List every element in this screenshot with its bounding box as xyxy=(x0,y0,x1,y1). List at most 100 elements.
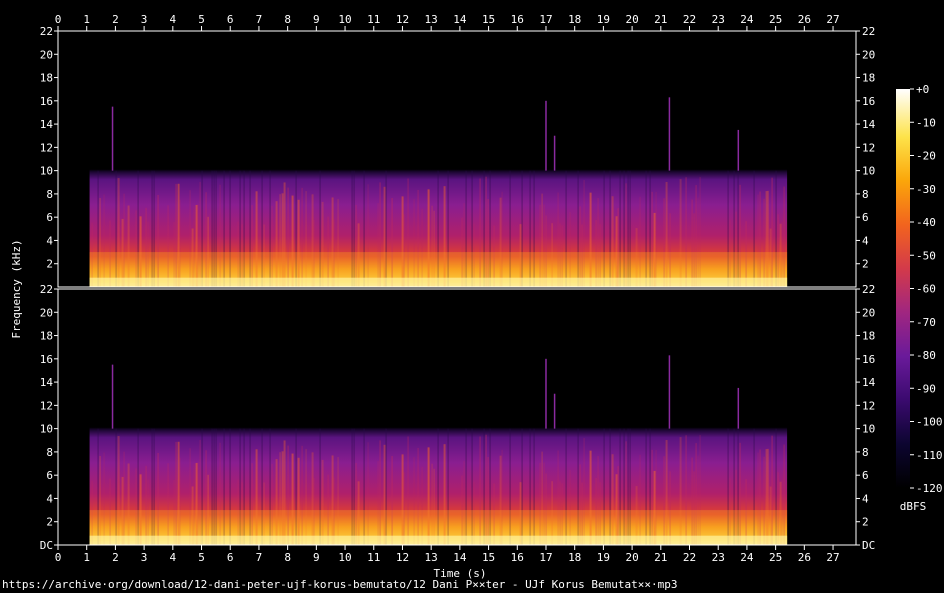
x-tick-label-bottom: 24 xyxy=(740,551,754,564)
y-tick-label-right: 16 xyxy=(862,353,875,366)
y-tick-label-right: 2 xyxy=(862,516,869,529)
colorbar-ticks: +0 -10 -20 -30 -40 -50 -60 -70 -80 -90 -100 -110 -12… xyxy=(910,83,943,495)
spectrogram-figure: 0 1 2 3 4 5 6 7 8 9 10 11 12 13 14 15 16 17 18 19 20 21 22 23 24… xyxy=(10,13,943,580)
y-tick-label-left: 22 xyxy=(40,283,53,296)
y-tick-label-left: 14 xyxy=(40,376,54,389)
y-axis-label: Frequency (kHz) xyxy=(10,239,23,338)
x-tick-label-top: 19 xyxy=(597,13,610,26)
x-tick-label-top: 26 xyxy=(798,13,811,26)
x-tick-label-bottom: 17 xyxy=(539,551,552,564)
colorbar-tick-label: -120 xyxy=(916,482,943,495)
colorbar-gradient xyxy=(896,89,910,488)
channel-1-panel xyxy=(57,30,857,288)
x-tick-label-top: 11 xyxy=(367,13,380,26)
x-tick-label-top: 17 xyxy=(539,13,552,26)
y-tick-label-right: 4 xyxy=(862,234,869,247)
colorbar-tick-label: -60 xyxy=(916,283,936,296)
x-tick-label-bottom: 15 xyxy=(482,551,495,564)
x-tick-label-top: 21 xyxy=(654,13,667,26)
x-tick-label-top: 8 xyxy=(284,13,291,26)
y-tick-label-right: 12 xyxy=(862,141,875,154)
x-tick-label-bottom: 26 xyxy=(798,551,811,564)
y-tick-label-left: 8 xyxy=(46,446,53,459)
y-tick-label-left: 12 xyxy=(40,141,53,154)
y-tick-label-right: 10 xyxy=(862,423,875,436)
x-axis-bottom: 0 1 2 3 4 5 6 7 8 9 10 11 12 13 14 15 16 17 18 19 20 21 22 23 24… xyxy=(55,545,840,564)
x-tick-label-bottom: 13 xyxy=(425,551,438,564)
x-tick-label-bottom: 5 xyxy=(198,551,205,564)
colorbar-tick-label: -90 xyxy=(916,382,936,395)
y-tick-label-left: 8 xyxy=(46,188,53,201)
dc-band xyxy=(89,277,788,287)
y-tick-label-left: 12 xyxy=(40,399,53,412)
colorbar-tick-label: -100 xyxy=(916,416,943,429)
y-tick-label-left: 18 xyxy=(40,330,53,343)
colorbar-tick-label: +0 xyxy=(916,83,929,96)
y-tick-label-left: 10 xyxy=(40,165,53,178)
x-tick-label-bottom: 4 xyxy=(170,551,177,564)
y-tick-label-left: 6 xyxy=(46,211,53,224)
x-tick-label-top: 23 xyxy=(712,13,725,26)
colorbar-tick-label: -80 xyxy=(916,349,936,362)
x-tick-label-bottom: 11 xyxy=(367,551,380,564)
y-tick-label-left: 22 xyxy=(40,25,53,38)
y-tick-label-left: 2 xyxy=(46,516,53,529)
y-tick-label-right: 18 xyxy=(862,330,875,343)
x-tick-label-top: 25 xyxy=(769,13,782,26)
y-tick-label-left: 16 xyxy=(40,95,53,108)
x-tick-label-bottom: 19 xyxy=(597,551,610,564)
x-tick-label-bottom: 12 xyxy=(396,551,409,564)
y-tick-label-right: 22 xyxy=(862,25,875,38)
x-tick-label-top: 18 xyxy=(568,13,581,26)
colorbar-tick-label: -70 xyxy=(916,316,936,329)
x-tick-label-top: 16 xyxy=(511,13,524,26)
x-tick-label-top: 5 xyxy=(198,13,205,26)
colorbar-tick-label: -40 xyxy=(916,216,936,229)
x-tick-label-bottom: 20 xyxy=(625,551,638,564)
x-tick-label-bottom: 22 xyxy=(683,551,696,564)
y-tick-label-right: 8 xyxy=(862,446,869,459)
x-tick-label-bottom: 21 xyxy=(654,551,667,564)
colorbar-label: dBFS xyxy=(900,500,927,513)
x-tick-label-top: 27 xyxy=(826,13,839,26)
y-tick-label-left: 18 xyxy=(40,72,53,85)
x-tick-label-top: 7 xyxy=(256,13,263,26)
y-tick-label-right: 4 xyxy=(862,492,869,505)
channel-2-panel xyxy=(57,288,857,546)
x-tick-label-bottom: 9 xyxy=(313,551,320,564)
x-tick-label-top: 6 xyxy=(227,13,234,26)
x-tick-label-top: 12 xyxy=(396,13,409,26)
x-tick-label-bottom: 1 xyxy=(83,551,90,564)
y-tick-label-left: 14 xyxy=(40,118,54,131)
x-tick-label-top: 24 xyxy=(740,13,754,26)
y-tick-label-right: 6 xyxy=(862,211,869,224)
y-tick-label-left: 4 xyxy=(46,492,53,505)
y-tick-label-right: 20 xyxy=(862,306,875,319)
y-tick-label-right: 12 xyxy=(862,399,875,412)
y-tick-label-left: 6 xyxy=(46,469,53,482)
x-tick-label-top: 9 xyxy=(313,13,320,26)
x-tick-label-bottom: 14 xyxy=(453,551,467,564)
x-tick-label-bottom: 23 xyxy=(712,551,725,564)
x-tick-label-bottom: 3 xyxy=(141,551,148,564)
x-tick-label-bottom: 16 xyxy=(511,551,524,564)
x-tick-label-top: 15 xyxy=(482,13,495,26)
x-tick-label-top: 20 xyxy=(625,13,638,26)
x-tick-label-bottom: 0 xyxy=(55,551,62,564)
y-tick-label-right: 10 xyxy=(862,165,875,178)
y-tick-label-left: 4 xyxy=(46,234,53,247)
x-tick-label-top: 4 xyxy=(170,13,177,26)
x-tick-label-top: 1 xyxy=(83,13,90,26)
x-tick-label-bottom: 2 xyxy=(112,551,119,564)
x-tick-label-top: 22 xyxy=(683,13,696,26)
colorbar-tick-label: -110 xyxy=(916,449,943,462)
colorbar-tick-label: -10 xyxy=(916,116,936,129)
x-tick-label-bottom: 27 xyxy=(826,551,839,564)
x-tick-label-top: 14 xyxy=(453,13,467,26)
y-tick-label-left: 10 xyxy=(40,423,53,436)
spectrogram-panels xyxy=(57,30,857,546)
x-tick-label-bottom: 25 xyxy=(769,551,782,564)
y-tick-label-right: 14 xyxy=(862,118,876,131)
y-tick-label-left: DC xyxy=(40,539,53,552)
x-axis-top: 0 1 2 3 4 5 6 7 8 9 10 11 12 13 14 15 16 17 18 19 20 21 22 23 24… xyxy=(55,13,840,31)
